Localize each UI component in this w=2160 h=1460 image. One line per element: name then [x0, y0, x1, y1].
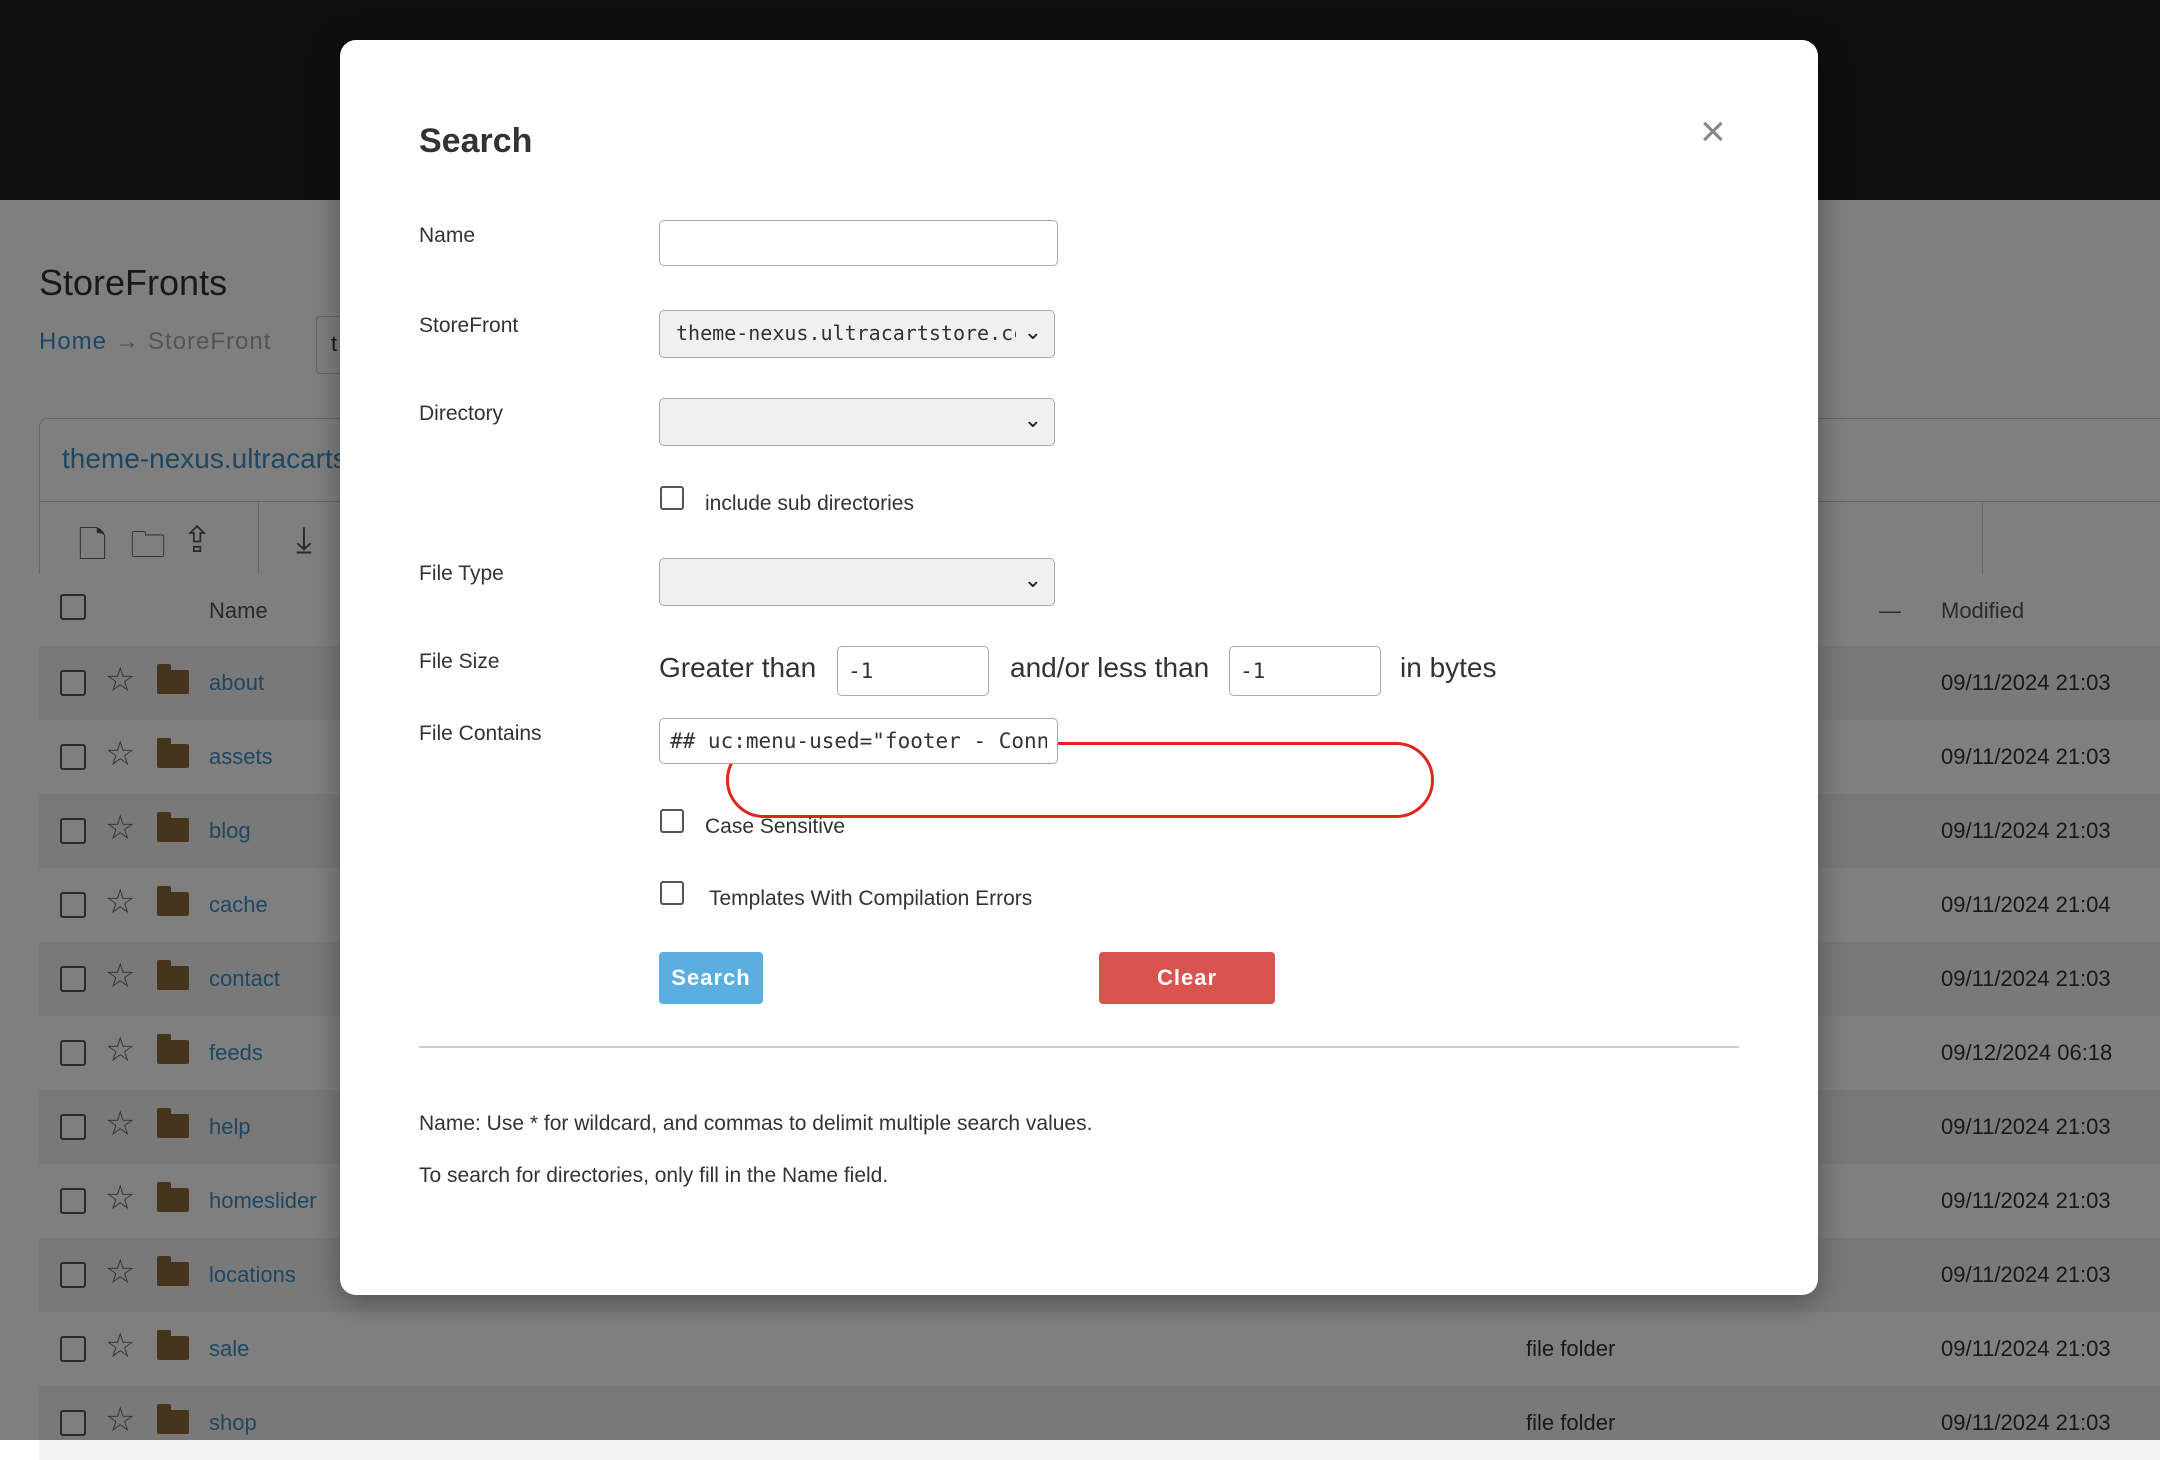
close-icon[interactable]: × [1700, 110, 1726, 154]
in-bytes-text: in bytes [1400, 652, 1497, 683]
file-type-select[interactable]: ⌄ [659, 558, 1055, 606]
storefront-select[interactable]: theme-nexus.ultracartstore.cc ⌄ [659, 310, 1055, 358]
file-contains-label: File Contains [419, 722, 542, 745]
file-type-label: File Type [419, 562, 504, 585]
file-contains-input[interactable] [659, 718, 1058, 764]
max-size-input[interactable] [1229, 646, 1381, 696]
case-sensitive-checkbox[interactable] [660, 809, 684, 833]
chevron-down-icon: ⌄ [1023, 567, 1042, 592]
modal-title: Search [419, 122, 533, 160]
include-subdirectories-checkbox[interactable] [660, 486, 684, 510]
directory-select[interactable]: ⌄ [659, 398, 1055, 446]
search-button[interactable]: Search [659, 952, 763, 1004]
modal-divider [419, 1046, 1739, 1048]
storefront-label: StoreFront [419, 314, 519, 337]
name-label: Name [419, 224, 476, 247]
chevron-down-icon: ⌄ [1023, 319, 1042, 344]
chevron-down-icon: ⌄ [1023, 407, 1042, 432]
greater-than-text: Greater than [659, 652, 817, 683]
less-than-text: and/or less than [1010, 652, 1210, 683]
help-text-wildcard: Name: Use * for wildcard, and commas to … [419, 1112, 1093, 1135]
help-text-directories: To search for directories, only fill in … [419, 1164, 889, 1187]
include-subdirectories-label: include sub directories [705, 492, 914, 515]
storefront-value: theme-nexus.ultracartstore.cc [676, 321, 1016, 345]
min-size-input[interactable] [837, 646, 989, 696]
case-sensitive-label: Case Sensitive [705, 815, 846, 838]
search-modal: Search × Name StoreFront theme-nexus.ult… [340, 40, 1818, 1295]
file-size-label: File Size [419, 650, 500, 673]
clear-button[interactable]: Clear [1099, 952, 1275, 1004]
compilation-errors-label: Templates With Compilation Errors [709, 887, 1033, 910]
name-input[interactable] [659, 220, 1058, 266]
directory-label: Directory [419, 402, 504, 425]
compilation-errors-checkbox[interactable] [660, 881, 684, 905]
